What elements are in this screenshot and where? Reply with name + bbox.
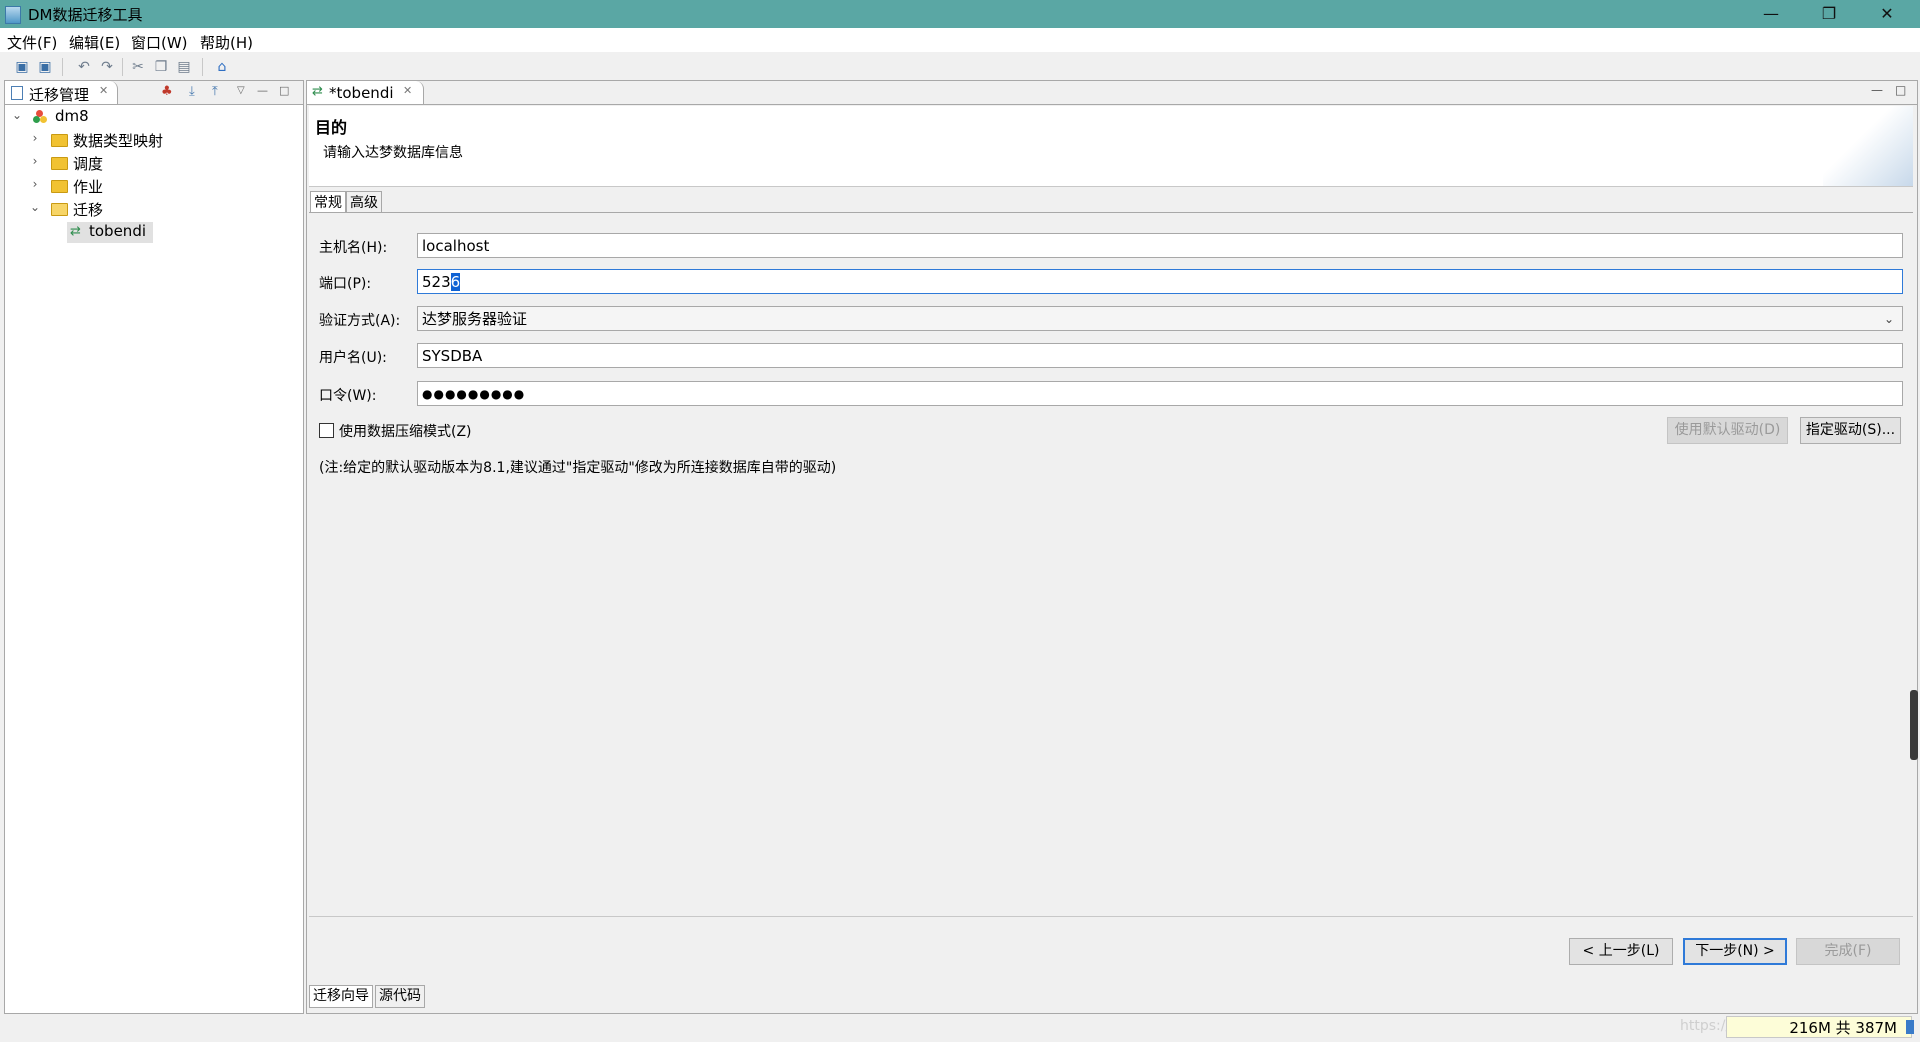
connection-form: 主机名(H): localhost 端口(P): 5236 验证方式(A): 达… <box>309 212 1913 913</box>
use-default-driver-button[interactable]: 使用默认驱动(D) <box>1667 417 1788 444</box>
password-label: 口令(W): <box>319 388 377 404</box>
minimize-editor-icon[interactable]: — <box>1871 83 1883 97</box>
connect-icon[interactable]: ♣ <box>161 84 173 99</box>
driver-note: (注:给定的默认驱动版本为8.1,建议通过"指定驱动"修改为所连接数据库自带的驱… <box>319 460 837 476</box>
title-bar: DM数据迁移工具 — ❐ ✕ <box>0 0 1920 28</box>
tree-root-dm8[interactable]: ⌄ dm8 <box>11 107 211 128</box>
tree-item-migration[interactable]: ⌄ 迁移 <box>29 199 269 220</box>
export-icon[interactable]: ⤒ <box>212 84 218 99</box>
tab-label: 迁移管理 <box>29 86 90 104</box>
migration-manager-panel: 迁移管理 ✕ ♣ ⤓ ⤒ ▽ — □ ⌄ dm8 › 数据类型映射 › 调度 ›… <box>4 80 304 1014</box>
app-icon <box>5 6 21 24</box>
chevron-right-icon[interactable]: › <box>29 131 41 145</box>
tree-label: tobendi <box>89 222 147 240</box>
window-title: DM数据迁移工具 <box>28 6 143 24</box>
cut-icon[interactable]: ✂ <box>130 59 146 75</box>
username-input[interactable]: SYSDBA <box>417 343 1903 368</box>
port-label: 端口(P): <box>319 276 372 292</box>
scroll-handle[interactable] <box>1910 690 1918 760</box>
host-input[interactable]: localhost <box>417 233 1903 258</box>
back-button[interactable]: < 上一步(L) <box>1569 938 1673 965</box>
tree-item-jobs[interactable]: › 作业 <box>29 176 269 197</box>
copy-icon[interactable]: ❐ <box>153 59 169 75</box>
port-selection: 6 <box>450 273 461 291</box>
tab-label: *tobendi <box>329 84 394 102</box>
port-input[interactable]: 5236 <box>417 269 1903 294</box>
password-input[interactable]: ●●●●●●●●● <box>417 381 1903 406</box>
auth-label: 验证方式(A): <box>319 313 401 329</box>
editor-tab-bar: ⇄ *tobendi ✕ — □ <box>307 81 1917 105</box>
panel-icon <box>11 86 23 100</box>
menu-edit[interactable]: 编辑(E) <box>69 32 120 53</box>
maximize-view-icon[interactable]: □ <box>279 84 289 97</box>
close-icon[interactable]: ✕ <box>99 84 108 97</box>
chevron-right-icon[interactable]: › <box>29 177 41 191</box>
set-driver-button[interactable]: 指定驱动(S)... <box>1800 417 1901 444</box>
page-title: 目的 <box>315 118 348 137</box>
undo-icon[interactable]: ↶ <box>76 59 92 75</box>
menu-file[interactable]: 文件(F) <box>7 32 57 53</box>
menu-bar: 文件(F) 编辑(E) 窗口(W) 帮助(H) <box>0 28 1920 52</box>
menu-window[interactable]: 窗口(W) <box>131 32 188 53</box>
tree-item-schedule[interactable]: › 调度 <box>29 153 269 174</box>
auth-method-select[interactable]: 达梦服务器验证 ⌄ <box>417 306 1903 331</box>
tree-label: 调度 <box>73 155 104 173</box>
host-label: 主机名(H): <box>319 240 388 256</box>
minimize-view-icon[interactable]: — <box>257 84 268 97</box>
tree-label: 迁移 <box>73 201 104 219</box>
save-all-icon[interactable]: ▣ <box>37 59 53 75</box>
username-label: 用户名(U): <box>319 350 387 366</box>
close-icon[interactable]: ✕ <box>403 84 412 97</box>
divider <box>309 916 1913 917</box>
panel-tab-bar: 迁移管理 ✕ ♣ ⤓ ⤒ ▽ — □ <box>5 81 303 105</box>
migration-icon: ⇄ <box>312 84 323 99</box>
import-icon[interactable]: ⤓ <box>189 84 195 99</box>
chevron-down-icon: ⌄ <box>1883 312 1894 326</box>
chevron-down-icon[interactable]: ⌄ <box>11 108 23 122</box>
tab-migration-wizard[interactable]: 迁移向导 <box>309 985 373 1008</box>
tab-source-code[interactable]: 源代码 <box>375 985 425 1008</box>
status-bar: https://blog.csdn.net/... 216M 共 387M <box>0 1014 1920 1042</box>
chevron-down-icon[interactable]: ⌄ <box>29 200 41 214</box>
tree-label: 数据类型映射 <box>73 132 164 150</box>
tree-label: 作业 <box>73 178 104 196</box>
page-description: 请输入达梦数据库信息 <box>323 145 463 161</box>
compress-label[interactable]: 使用数据压缩模式(Z) <box>339 421 472 441</box>
editor-panel: ⇄ *tobendi ✕ — □ 目的 请输入达梦数据库信息 常规 高级 主机名… <box>306 80 1918 1014</box>
paste-icon[interactable]: ▤ <box>176 59 192 75</box>
home-icon[interactable]: ⌂ <box>214 59 230 75</box>
next-button[interactable]: 下一步(N) > <box>1683 938 1787 965</box>
tree-label: dm8 <box>55 107 89 125</box>
menu-help[interactable]: 帮助(H) <box>200 32 253 53</box>
save-icon[interactable]: ▣ <box>14 59 30 75</box>
tab-advanced[interactable]: 高级 <box>346 191 382 212</box>
migration-icon: ⇄ <box>70 224 81 239</box>
tab-tobendi[interactable]: ⇄ *tobendi ✕ <box>307 81 424 104</box>
port-text: 523 <box>422 273 451 291</box>
maximize-editor-icon[interactable]: □ <box>1895 83 1906 97</box>
tree-item-type-mapping[interactable]: › 数据类型映射 <box>29 130 269 151</box>
close-button[interactable]: ✕ <box>1858 0 1916 28</box>
finish-button[interactable]: 完成(F) <box>1796 938 1900 965</box>
folder-icon <box>51 157 68 170</box>
toolbar: ▣ ▣ ↶ ↷ ✂ ❐ ▤ ⌂ <box>0 52 1920 80</box>
header-banner-image <box>1823 106 1913 186</box>
restore-button[interactable]: ❐ <box>1800 0 1858 28</box>
minimize-button[interactable]: — <box>1742 0 1800 28</box>
auth-selected-value: 达梦服务器验证 <box>422 310 528 328</box>
tab-general[interactable]: 常规 <box>310 191 346 212</box>
folder-icon <box>51 180 68 193</box>
view-menu-icon[interactable]: ▽ <box>237 85 245 96</box>
chevron-right-icon[interactable]: › <box>29 154 41 168</box>
garbage-collect-icon[interactable] <box>1906 1020 1914 1034</box>
heap-status: 216M 共 387M <box>1726 1016 1912 1038</box>
tab-migration-manager[interactable]: 迁移管理 ✕ <box>5 81 118 104</box>
wizard-header: 目的 请输入达梦数据库信息 <box>309 106 1913 187</box>
compress-checkbox[interactable] <box>319 423 334 438</box>
database-icon <box>33 110 47 124</box>
folder-icon <box>51 134 68 147</box>
open-folder-icon <box>51 203 68 216</box>
redo-icon[interactable]: ↷ <box>99 59 115 75</box>
tree-item-tobendi[interactable]: ⇄ tobendi <box>67 222 153 243</box>
